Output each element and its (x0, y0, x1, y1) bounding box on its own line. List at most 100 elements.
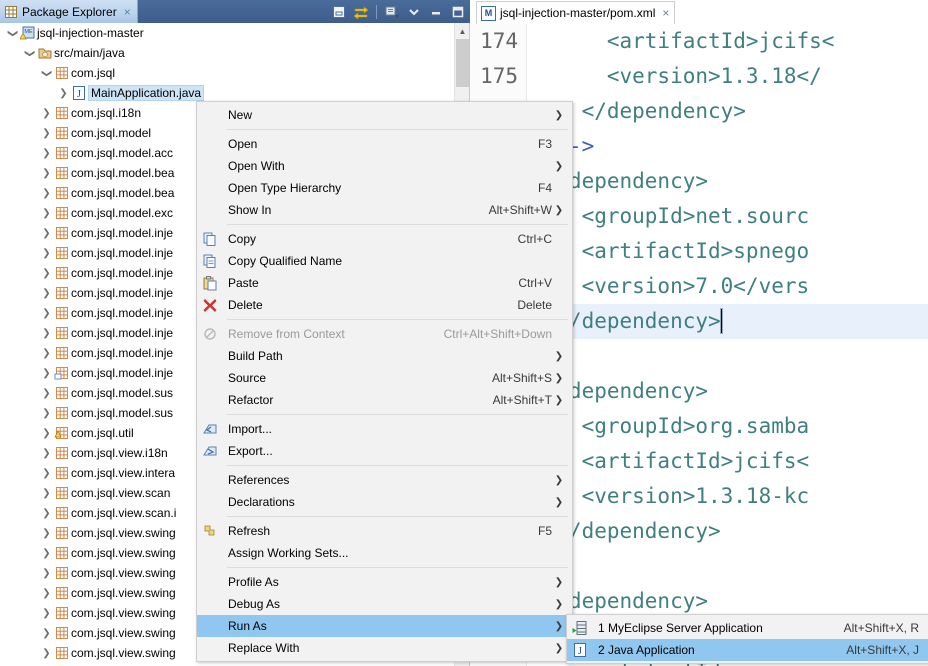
code-line[interactable]: <version>1.3.18-kc (527, 479, 928, 514)
code-line[interactable]: <artifactId>jcifs< (527, 24, 928, 59)
menu-item-import[interactable]: Import... (197, 418, 572, 440)
chevron-right-icon[interactable]: ❯ (40, 468, 53, 479)
tree-item[interactable]: ❯ ME jsql-injection-master (0, 23, 455, 43)
code-line[interactable] (527, 549, 928, 584)
code-line[interactable]: <dependency> (527, 164, 928, 199)
code-line[interactable]: <groupId>net.sourc (527, 199, 928, 234)
chevron-right-icon[interactable]: ❯ (40, 108, 53, 119)
chevron-right-icon[interactable]: ❯ (40, 228, 53, 239)
tree-item[interactable]: ❯ J MainApplication.java (0, 83, 455, 103)
chevron-right-icon[interactable]: ❯ (40, 268, 53, 279)
chevron-down-icon[interactable]: ❯ (24, 47, 35, 60)
menu-item-open-with[interactable]: Open With ❯ (197, 155, 572, 177)
chevron-right-icon[interactable]: ❯ (40, 148, 53, 159)
chevron-right-icon[interactable]: ❯ (40, 288, 53, 299)
run-as-submenu[interactable]: 1 MyEclipse Server Application Alt+Shift+… (566, 614, 928, 664)
tab-package-explorer[interactable]: Package Explorer × (0, 0, 138, 23)
menu-item-export[interactable]: Export... (197, 440, 572, 462)
menu-item-profile-as[interactable]: Profile As ❯ (197, 571, 572, 593)
chevron-right-icon[interactable]: ❯ (40, 508, 53, 519)
chevron-right-icon[interactable]: ❯ (40, 648, 53, 659)
menu-item-declarations[interactable]: Declarations ❯ (197, 491, 572, 513)
menu-item-replace-with[interactable]: Replace With ❯ (197, 637, 572, 659)
chevron-right-icon[interactable]: ❯ (40, 128, 53, 139)
tree-item[interactable]: ❯ src/main/java (0, 43, 455, 63)
package-icon (53, 605, 71, 621)
code-content[interactable]: <artifactId>jcifs< <version>1.3.18</ </d… (527, 24, 928, 666)
menu-item-source[interactable]: Source Alt+Shift+S ❯ (197, 367, 572, 389)
package-icon (56, 487, 68, 499)
chevron-right-icon[interactable]: ❯ (40, 628, 53, 639)
menu-item-refresh[interactable]: Refresh F5 (197, 520, 572, 542)
chevron-right-icon[interactable]: ❯ (57, 88, 70, 99)
tab-close-icon[interactable]: × (124, 6, 131, 18)
context-menu[interactable]: New ❯ Open F3 Open With ❯ Open Type Hierarchy F… (196, 101, 573, 662)
chevron-right-icon[interactable]: ❯ (40, 528, 53, 539)
chevron-right-icon[interactable]: ❯ (40, 568, 53, 579)
chevron-right-icon[interactable]: ❯ (40, 348, 53, 359)
menu-item-refactor[interactable]: Refactor Alt+Shift+T ❯ (197, 389, 572, 411)
maven-file-icon: M (481, 5, 496, 21)
menu-item-show-in[interactable]: Show In Alt+Shift+W ❯ (197, 199, 572, 221)
scroll-up-icon[interactable]: ▲ (455, 23, 470, 39)
code-line[interactable]: </dependency> (527, 514, 928, 549)
chevron-right-icon[interactable]: ❯ (40, 488, 53, 499)
code-line[interactable]: <artifactId>spnego (527, 234, 928, 269)
chevron-right-icon[interactable]: ❯ (40, 388, 53, 399)
code-line-text: <version>1.3.18</ (531, 64, 822, 88)
chevron-right-icon[interactable]: ❯ (40, 448, 53, 459)
maximize-icon[interactable] (448, 2, 468, 21)
delete-icon (203, 299, 217, 312)
menu-item-paste[interactable]: Paste Ctrl+V (197, 272, 572, 294)
menu-item-new[interactable]: New ❯ (197, 104, 572, 126)
menu-item-delete[interactable]: Delete Delete (197, 294, 572, 316)
chevron-right-icon[interactable]: ❯ (40, 408, 53, 419)
collapse-all-icon[interactable] (329, 2, 349, 21)
chevron-down-icon[interactable]: ❯ (41, 67, 52, 80)
tree-item-label: com.jsql.model.sus (71, 406, 174, 420)
menu-item-assign-working-sets[interactable]: Assign Working Sets... (197, 542, 572, 564)
tree-item[interactable]: ❯ com.jsql (0, 63, 455, 83)
code-line[interactable]: </dependency> (527, 94, 928, 129)
chevron-right-icon[interactable]: ❯ (40, 208, 53, 219)
chevron-right-icon[interactable]: ❯ (40, 328, 53, 339)
code-line[interactable]: <artifactId>jcifs< (527, 444, 928, 479)
code-line[interactable] (527, 339, 928, 374)
chevron-right-icon[interactable]: ❯ (40, 608, 53, 619)
menu-item-copy-qualified-name[interactable]: Copy Qualified Name (197, 250, 572, 272)
chevron-right-icon[interactable]: ❯ (40, 248, 53, 259)
code-line[interactable]: <version>7.0</vers (527, 269, 928, 304)
menu-item-copy[interactable]: Copy Ctrl+C (197, 228, 572, 250)
chevron-right-icon[interactable]: ❯ (40, 168, 53, 179)
menu-item-shortcut: Ctrl+C (517, 232, 552, 246)
chevron-down-icon[interactable]: ❯ (7, 27, 18, 40)
tree-item-label: com.jsql.model.sus (71, 386, 174, 400)
scrollbar-thumb[interactable] (456, 39, 469, 87)
chevron-right-icon[interactable]: ❯ (40, 368, 53, 379)
chevron-right-icon[interactable]: ❯ (40, 428, 53, 439)
minimize-icon[interactable] (426, 2, 446, 21)
code-line[interactable]: --> (527, 129, 928, 164)
view-menu-icon[interactable] (382, 2, 402, 21)
chevron-right-icon[interactable]: ❯ (40, 308, 53, 319)
chevron-down-icon[interactable] (404, 2, 424, 21)
code-line[interactable]: <version>1.3.18</ (527, 59, 928, 94)
submenu-item-2-java-application[interactable]: J 2 Java Application Alt+Shift+X, J (567, 639, 928, 661)
menu-item-references[interactable]: References ❯ (197, 469, 572, 491)
editor-tab-pom-xml[interactable]: M jsql-injection-master/pom.xml × (476, 1, 676, 24)
submenu-item-1-myeclipse-server-application[interactable]: 1 MyEclipse Server Application Alt+Shift+… (567, 617, 928, 639)
menu-item-open[interactable]: Open F3 (197, 133, 572, 155)
link-with-editor-icon[interactable] (351, 2, 371, 21)
chevron-right-icon[interactable]: ❯ (40, 588, 53, 599)
menu-item-debug-as[interactable]: Debug As ❯ (197, 593, 572, 615)
code-line[interactable]: <groupId>org.samba (527, 409, 928, 444)
chevron-right-icon[interactable]: ❯ (40, 548, 53, 559)
menu-item-open-type-hierarchy[interactable]: Open Type Hierarchy F4 (197, 177, 572, 199)
chevron-right-icon[interactable]: ❯ (40, 188, 53, 199)
menu-item-run-as[interactable]: Run As ❯ (197, 615, 572, 637)
refresh-icon (204, 525, 215, 536)
code-line[interactable]: <dependency> (527, 374, 928, 409)
code-line[interactable]: </dependency> (527, 304, 928, 339)
editor-tab-close-icon[interactable]: × (662, 7, 669, 19)
menu-item-build-path[interactable]: Build Path ❯ (197, 345, 572, 367)
